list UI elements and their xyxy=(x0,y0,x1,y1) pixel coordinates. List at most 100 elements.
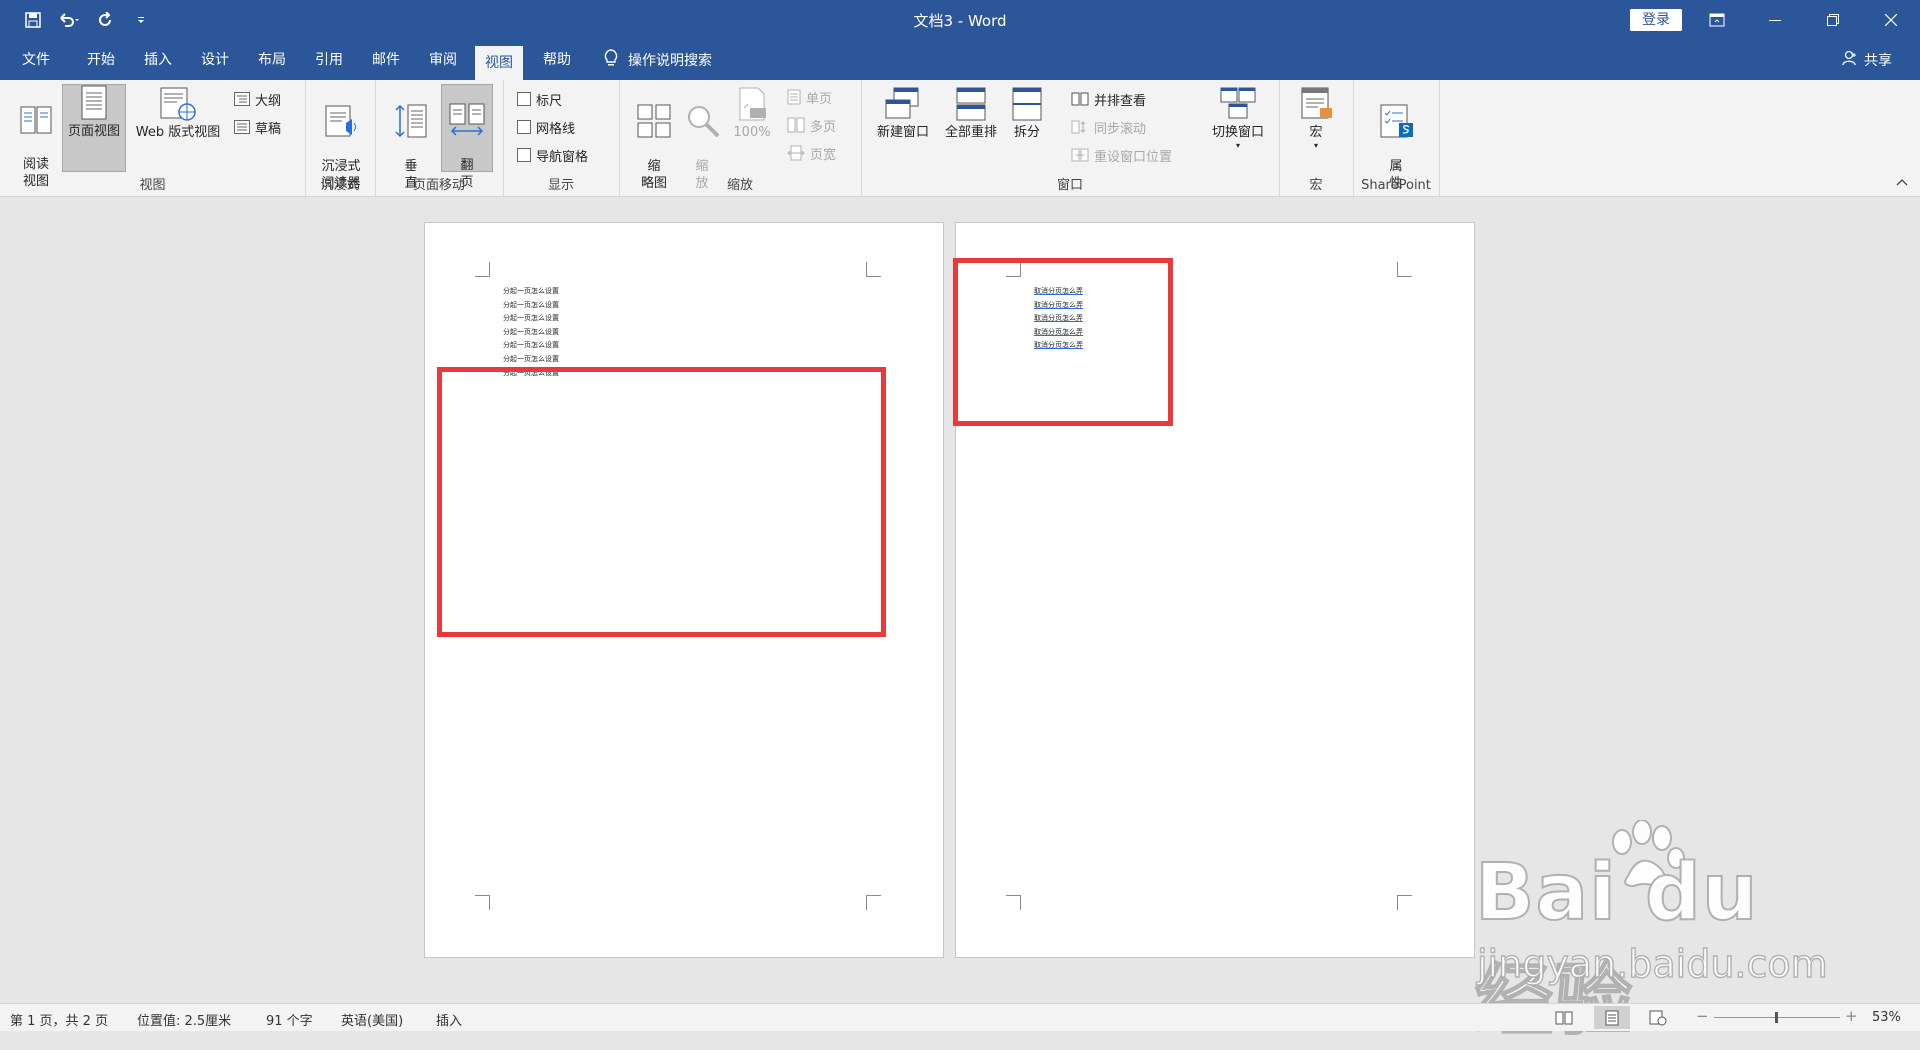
group-zoom-label: 缩放 xyxy=(726,178,753,193)
status-bar: 第 1 页，共 2 页 位置值: 2.5厘米 91 个字 英语(美国) 插入 −… xyxy=(0,1003,1920,1031)
restore-icon[interactable] xyxy=(1804,0,1862,40)
reset-window-position-button[interactable]: 重设窗口位置 xyxy=(1071,144,1172,166)
zoom-percent[interactable]: 53% xyxy=(1872,1010,1901,1025)
word-count-status[interactable]: 91 个字 xyxy=(266,1010,313,1029)
outline-button[interactable]: 大纲 xyxy=(234,88,281,110)
search-label: 操作说明搜索 xyxy=(628,53,712,69)
page-1-text[interactable]: 分起一页怎么设置 分起一页怎么设置 分起一页怎么设置 分起一页怎么设置 分起一页… xyxy=(503,285,559,380)
thumbnails-icon xyxy=(637,104,671,138)
minimize-icon[interactable] xyxy=(1746,0,1804,40)
side-to-side-button[interactable]: 翻 页 xyxy=(441,84,493,190)
tab-home[interactable]: 开始 xyxy=(77,40,125,80)
web-layout-button[interactable]: Web 版式视图 xyxy=(128,86,228,141)
new-window-button[interactable]: 新建窗口 xyxy=(871,86,935,141)
zoom-in-icon[interactable]: + xyxy=(1845,1007,1858,1025)
language-status[interactable]: 英语(美国) xyxy=(341,1010,403,1029)
tab-mailings[interactable]: 邮件 xyxy=(362,40,410,80)
draft-icon xyxy=(234,120,250,134)
tab-file[interactable]: 文件 xyxy=(12,40,60,80)
group-views-label: 视图 xyxy=(139,178,166,193)
watermark-url-text: jingyan.baidu.com xyxy=(1476,941,1828,986)
gridlines-checkbox[interactable]: 网格线 xyxy=(517,116,575,138)
tab-layout[interactable]: 布局 xyxy=(248,40,296,80)
tell-me-search[interactable]: 操作说明搜索 xyxy=(604,40,712,80)
switch-windows-button[interactable]: 切换窗口 ▾ xyxy=(1205,86,1271,151)
tab-review[interactable]: 审阅 xyxy=(419,40,467,80)
login-button[interactable]: 登录 xyxy=(1630,9,1682,31)
collapse-ribbon-icon[interactable] xyxy=(1896,175,1908,190)
multiple-pages-button[interactable]: 多页 xyxy=(787,114,836,136)
macros-icon xyxy=(1301,87,1332,119)
zoom-100-icon xyxy=(739,87,766,121)
group-macros: 宏 ▾ 宏 xyxy=(1279,80,1354,196)
synchronous-scrolling-button[interactable]: 同步滚动 xyxy=(1071,116,1146,138)
navigation-pane-checkbox-box[interactable] xyxy=(517,148,531,162)
sync-scroll-icon xyxy=(1071,120,1086,134)
tab-view[interactable]: 视图 xyxy=(475,46,523,80)
share-label: 共享 xyxy=(1864,53,1892,69)
navigation-pane-checkbox[interactable]: 导航窗格 xyxy=(517,144,588,166)
position-status[interactable]: 位置值: 2.5厘米 xyxy=(137,1010,231,1029)
zoom-100-button[interactable]: 100% xyxy=(731,86,773,141)
group-page-movement: 垂 直 翻 页 页面移动 xyxy=(375,80,504,196)
close-icon[interactable] xyxy=(1862,0,1920,40)
group-macros-label: 宏 xyxy=(1309,178,1323,193)
read-mode-icon xyxy=(20,106,52,134)
highlight-box-page-1 xyxy=(437,367,886,637)
group-show-label: 显示 xyxy=(547,178,574,193)
one-page-button[interactable]: 单页 xyxy=(787,86,832,108)
web-layout-status-button[interactable] xyxy=(1640,1006,1676,1029)
ruler-checkbox[interactable]: 标尺 xyxy=(517,88,562,110)
group-sharepoint-label: SharePoint xyxy=(1361,178,1431,193)
gridlines-checkbox-box[interactable] xyxy=(517,120,531,134)
page-width-icon xyxy=(787,145,805,161)
macros-button[interactable]: 宏 ▾ xyxy=(1295,86,1337,151)
group-immersive-label: 沉浸式 xyxy=(320,178,360,193)
margin-corner-mark xyxy=(866,262,881,277)
arrange-all-icon xyxy=(956,87,986,121)
window-controls xyxy=(1688,0,1920,40)
properties-button[interactable]: 属 性 xyxy=(1375,86,1417,192)
new-window-icon xyxy=(885,87,919,119)
arrange-all-button[interactable]: 全部重排 xyxy=(939,86,1003,141)
page-count-status[interactable]: 第 1 页，共 2 页 xyxy=(10,1010,108,1029)
draft-button[interactable]: 草稿 xyxy=(234,116,281,138)
margin-corner-mark xyxy=(1006,895,1021,910)
zoom-out-icon[interactable]: − xyxy=(1696,1007,1709,1025)
title-bar: 文档3 - Word 登录 xyxy=(0,0,1920,40)
tab-design[interactable]: 设计 xyxy=(191,40,239,80)
view-side-by-side-button[interactable]: 并排查看 xyxy=(1071,88,1146,110)
highlight-box-page-2 xyxy=(953,258,1173,426)
person-icon xyxy=(1842,50,1858,70)
ribbon-display-options-icon[interactable] xyxy=(1688,0,1746,40)
tab-help[interactable]: 帮助 xyxy=(533,40,581,80)
read-mode-icon xyxy=(1555,1011,1573,1024)
tab-insert[interactable]: 插入 xyxy=(134,40,182,80)
chevron-down-icon: ▾ xyxy=(1235,141,1240,150)
ribbon-tabs: 文件 开始 插入 设计 布局 引用 邮件 审阅 视图 帮助 操作说明搜索 共享 xyxy=(0,40,1920,80)
zoom-slider-thumb[interactable] xyxy=(1775,1012,1778,1023)
page-width-button[interactable]: 页宽 xyxy=(787,142,836,164)
group-page-movement-label: 页面移动 xyxy=(412,178,465,193)
margin-corner-mark xyxy=(1397,262,1412,277)
switch-windows-icon xyxy=(1220,87,1256,119)
margin-corner-mark xyxy=(866,895,881,910)
group-immersive: 沉浸式 阅读器 沉浸式 xyxy=(305,80,376,196)
lightbulb-icon xyxy=(604,49,618,71)
text-line: 分起一页怎么设置 xyxy=(503,300,559,309)
ruler-checkbox-box[interactable] xyxy=(517,92,531,106)
immersive-reader-icon xyxy=(325,105,356,137)
multiple-pages-icon xyxy=(787,117,805,133)
outline-icon xyxy=(234,92,250,106)
share-button[interactable]: 共享 xyxy=(1842,40,1892,80)
group-window: 新建窗口 全部重排 拆分 并排查看 同步滚动 重设窗口位置 切换窗口 ▾ 窗口 xyxy=(861,80,1280,196)
split-button[interactable]: 拆分 xyxy=(1007,86,1047,141)
read-mode-status-button[interactable] xyxy=(1546,1006,1582,1029)
tab-references[interactable]: 引用 xyxy=(305,40,353,80)
insert-mode-status[interactable]: 插入 xyxy=(436,1010,462,1029)
text-line: 分起一页怎么设置 xyxy=(503,287,559,295)
group-show: 标尺 网格线 导航窗格 显示 xyxy=(503,80,620,196)
text-line: 分起一页怎么设置 xyxy=(503,314,559,323)
print-layout-status-button[interactable] xyxy=(1594,1006,1630,1029)
print-layout-button[interactable]: 页面视图 xyxy=(62,84,126,172)
